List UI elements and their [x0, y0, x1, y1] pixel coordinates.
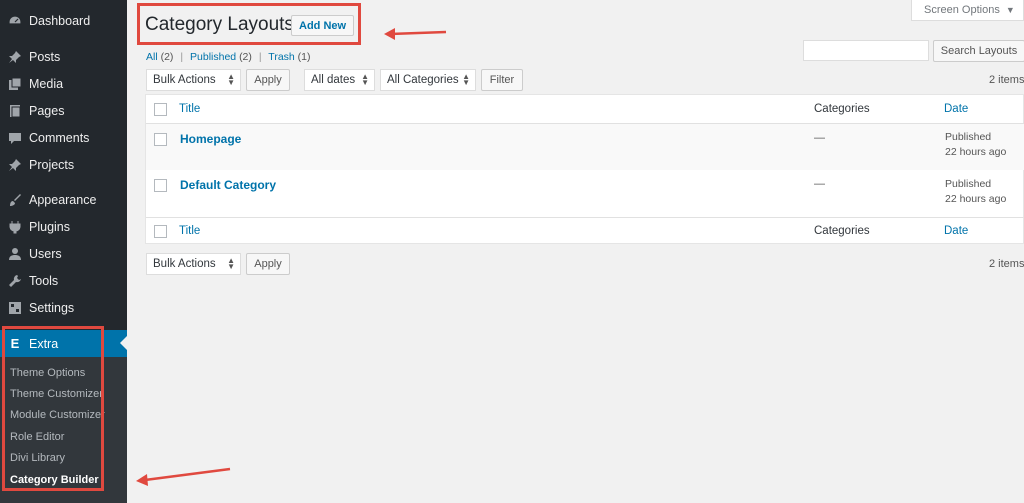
sidebar-item-posts[interactable]: Posts — [0, 44, 127, 70]
sidebar-item-settings[interactable]: Settings — [0, 295, 127, 321]
pin-icon — [8, 158, 22, 172]
view-trash-link[interactable]: Trash — [268, 51, 294, 63]
sidebar-item-label: Users — [29, 247, 62, 261]
screen-options-button[interactable]: Screen Options ▼ — [911, 0, 1024, 21]
status-views: All (2) | Published (2) | Trash (1) — [146, 51, 311, 63]
screen-options-label: Screen Options — [924, 4, 1000, 16]
plug-icon — [8, 220, 22, 234]
sidebar-item-comments[interactable]: Comments — [0, 125, 127, 151]
settings-icon — [8, 301, 22, 315]
view-trash-count: (1) — [297, 51, 311, 63]
row-categories: — — [814, 178, 825, 190]
brush-icon — [8, 193, 22, 207]
sidebar-item-label: Tools — [29, 274, 59, 288]
sidebar-item-label: Settings — [29, 301, 75, 315]
sidebar-item-label: Plugins — [29, 220, 70, 234]
column-title-footer[interactable]: Title — [179, 225, 200, 237]
column-date-header[interactable]: Date — [944, 103, 968, 115]
items-count: 2 items — [989, 74, 1024, 86]
sidebar-item-users[interactable]: Users — [0, 241, 127, 267]
view-published-count: (2) — [239, 51, 252, 63]
sidebar-item-label: Appearance — [29, 193, 97, 207]
sidebar-item-label: Pages — [29, 104, 65, 118]
sidebar-item-appearance[interactable]: Appearance — [0, 187, 127, 213]
row-checkbox[interactable] — [154, 133, 167, 146]
sidebar-item-tools[interactable]: Tools — [0, 268, 127, 294]
column-date-footer[interactable]: Date — [944, 225, 968, 237]
sidebar-item-pages[interactable]: Pages — [0, 98, 127, 124]
row-date: 22 hours ago — [945, 193, 1007, 205]
date-filter-select[interactable]: All dates ▲ ▼ — [304, 69, 375, 91]
table-row: Homepage — Published 22 hours ago — [146, 124, 1024, 170]
sidebar-item-label: Dashboard — [29, 14, 91, 28]
bulk-actions-value: Bulk Actions — [153, 258, 216, 270]
user-icon — [8, 247, 22, 261]
annotation-highlight-box — [2, 326, 104, 491]
dashboard-icon — [8, 14, 22, 28]
row-categories: — — [814, 132, 825, 144]
search-layouts-button[interactable]: Search Layouts — [933, 40, 1024, 62]
row-status: Published — [945, 178, 992, 190]
category-filter-value: All Categories — [387, 74, 459, 86]
wrench-icon — [8, 274, 22, 288]
pages-icon — [8, 104, 22, 118]
search-input[interactable] — [803, 40, 929, 61]
apply-button-bottom[interactable]: Apply — [246, 253, 290, 275]
row-date: 22 hours ago — [945, 146, 1007, 158]
annotation-arrow-icon — [136, 467, 231, 486]
sidebar-item-label: Projects — [29, 158, 75, 172]
select-arrows-icon: ▲ ▼ — [361, 72, 369, 87]
select-all-checkbox[interactable] — [154, 225, 167, 238]
sidebar-item-label: Media — [29, 77, 64, 91]
media-icon — [8, 77, 22, 91]
sidebar-item-dashboard[interactable]: Dashboard — [0, 8, 127, 34]
select-arrows-icon: ▲ ▼ — [227, 72, 235, 87]
layouts-table: Title Categories Date Homepage — Publish… — [145, 94, 1024, 244]
row-title-link[interactable]: Homepage — [180, 132, 241, 146]
annotation-highlight-box — [137, 3, 361, 45]
select-arrows-icon: ▲ ▼ — [462, 72, 470, 87]
column-categories-header: Categories — [814, 103, 870, 115]
row-title-link[interactable]: Default Category — [180, 178, 276, 192]
comment-icon — [8, 131, 22, 145]
row-checkbox[interactable] — [154, 179, 167, 192]
sidebar-item-plugins[interactable]: Plugins — [0, 214, 127, 240]
select-all-checkbox[interactable] — [154, 103, 167, 116]
pin-icon — [8, 50, 22, 64]
select-arrows-icon: ▲ ▼ — [227, 256, 235, 271]
view-published-link[interactable]: Published — [190, 51, 236, 63]
annotation-arrow-icon — [384, 28, 447, 40]
apply-button[interactable]: Apply — [246, 69, 290, 91]
table-footer-row: Title Categories Date — [146, 218, 1024, 245]
view-all-count: (2) — [160, 51, 174, 63]
table-header-row: Title Categories Date — [146, 95, 1024, 123]
sidebar-item-label: Posts — [29, 50, 61, 64]
sidebar-item-projects[interactable]: Projects — [0, 152, 127, 178]
separator: | — [180, 51, 184, 63]
sidebar-item-media[interactable]: Media — [0, 71, 127, 97]
date-filter-value: All dates — [311, 74, 356, 86]
column-title-header[interactable]: Title — [179, 103, 200, 115]
column-categories-footer: Categories — [814, 225, 870, 237]
category-filter-select[interactable]: All Categories ▲ ▼ — [380, 69, 476, 91]
bulk-actions-select-bottom[interactable]: Bulk Actions ▲ ▼ — [146, 253, 241, 275]
view-all-link[interactable]: All — [146, 51, 158, 63]
current-menu-pointer — [120, 336, 127, 350]
bulk-actions-select[interactable]: Bulk Actions ▲ ▼ — [146, 69, 241, 91]
filter-button[interactable]: Filter — [481, 69, 523, 91]
items-count-bottom: 2 items — [989, 258, 1024, 270]
sidebar-item-label: Comments — [29, 131, 90, 145]
caret-down-icon: ▼ — [1005, 5, 1015, 15]
bulk-actions-value: Bulk Actions — [153, 74, 216, 86]
table-row: Default Category — Published 22 hours ag… — [146, 170, 1024, 217]
row-status: Published — [945, 131, 992, 143]
separator: | — [258, 51, 262, 63]
